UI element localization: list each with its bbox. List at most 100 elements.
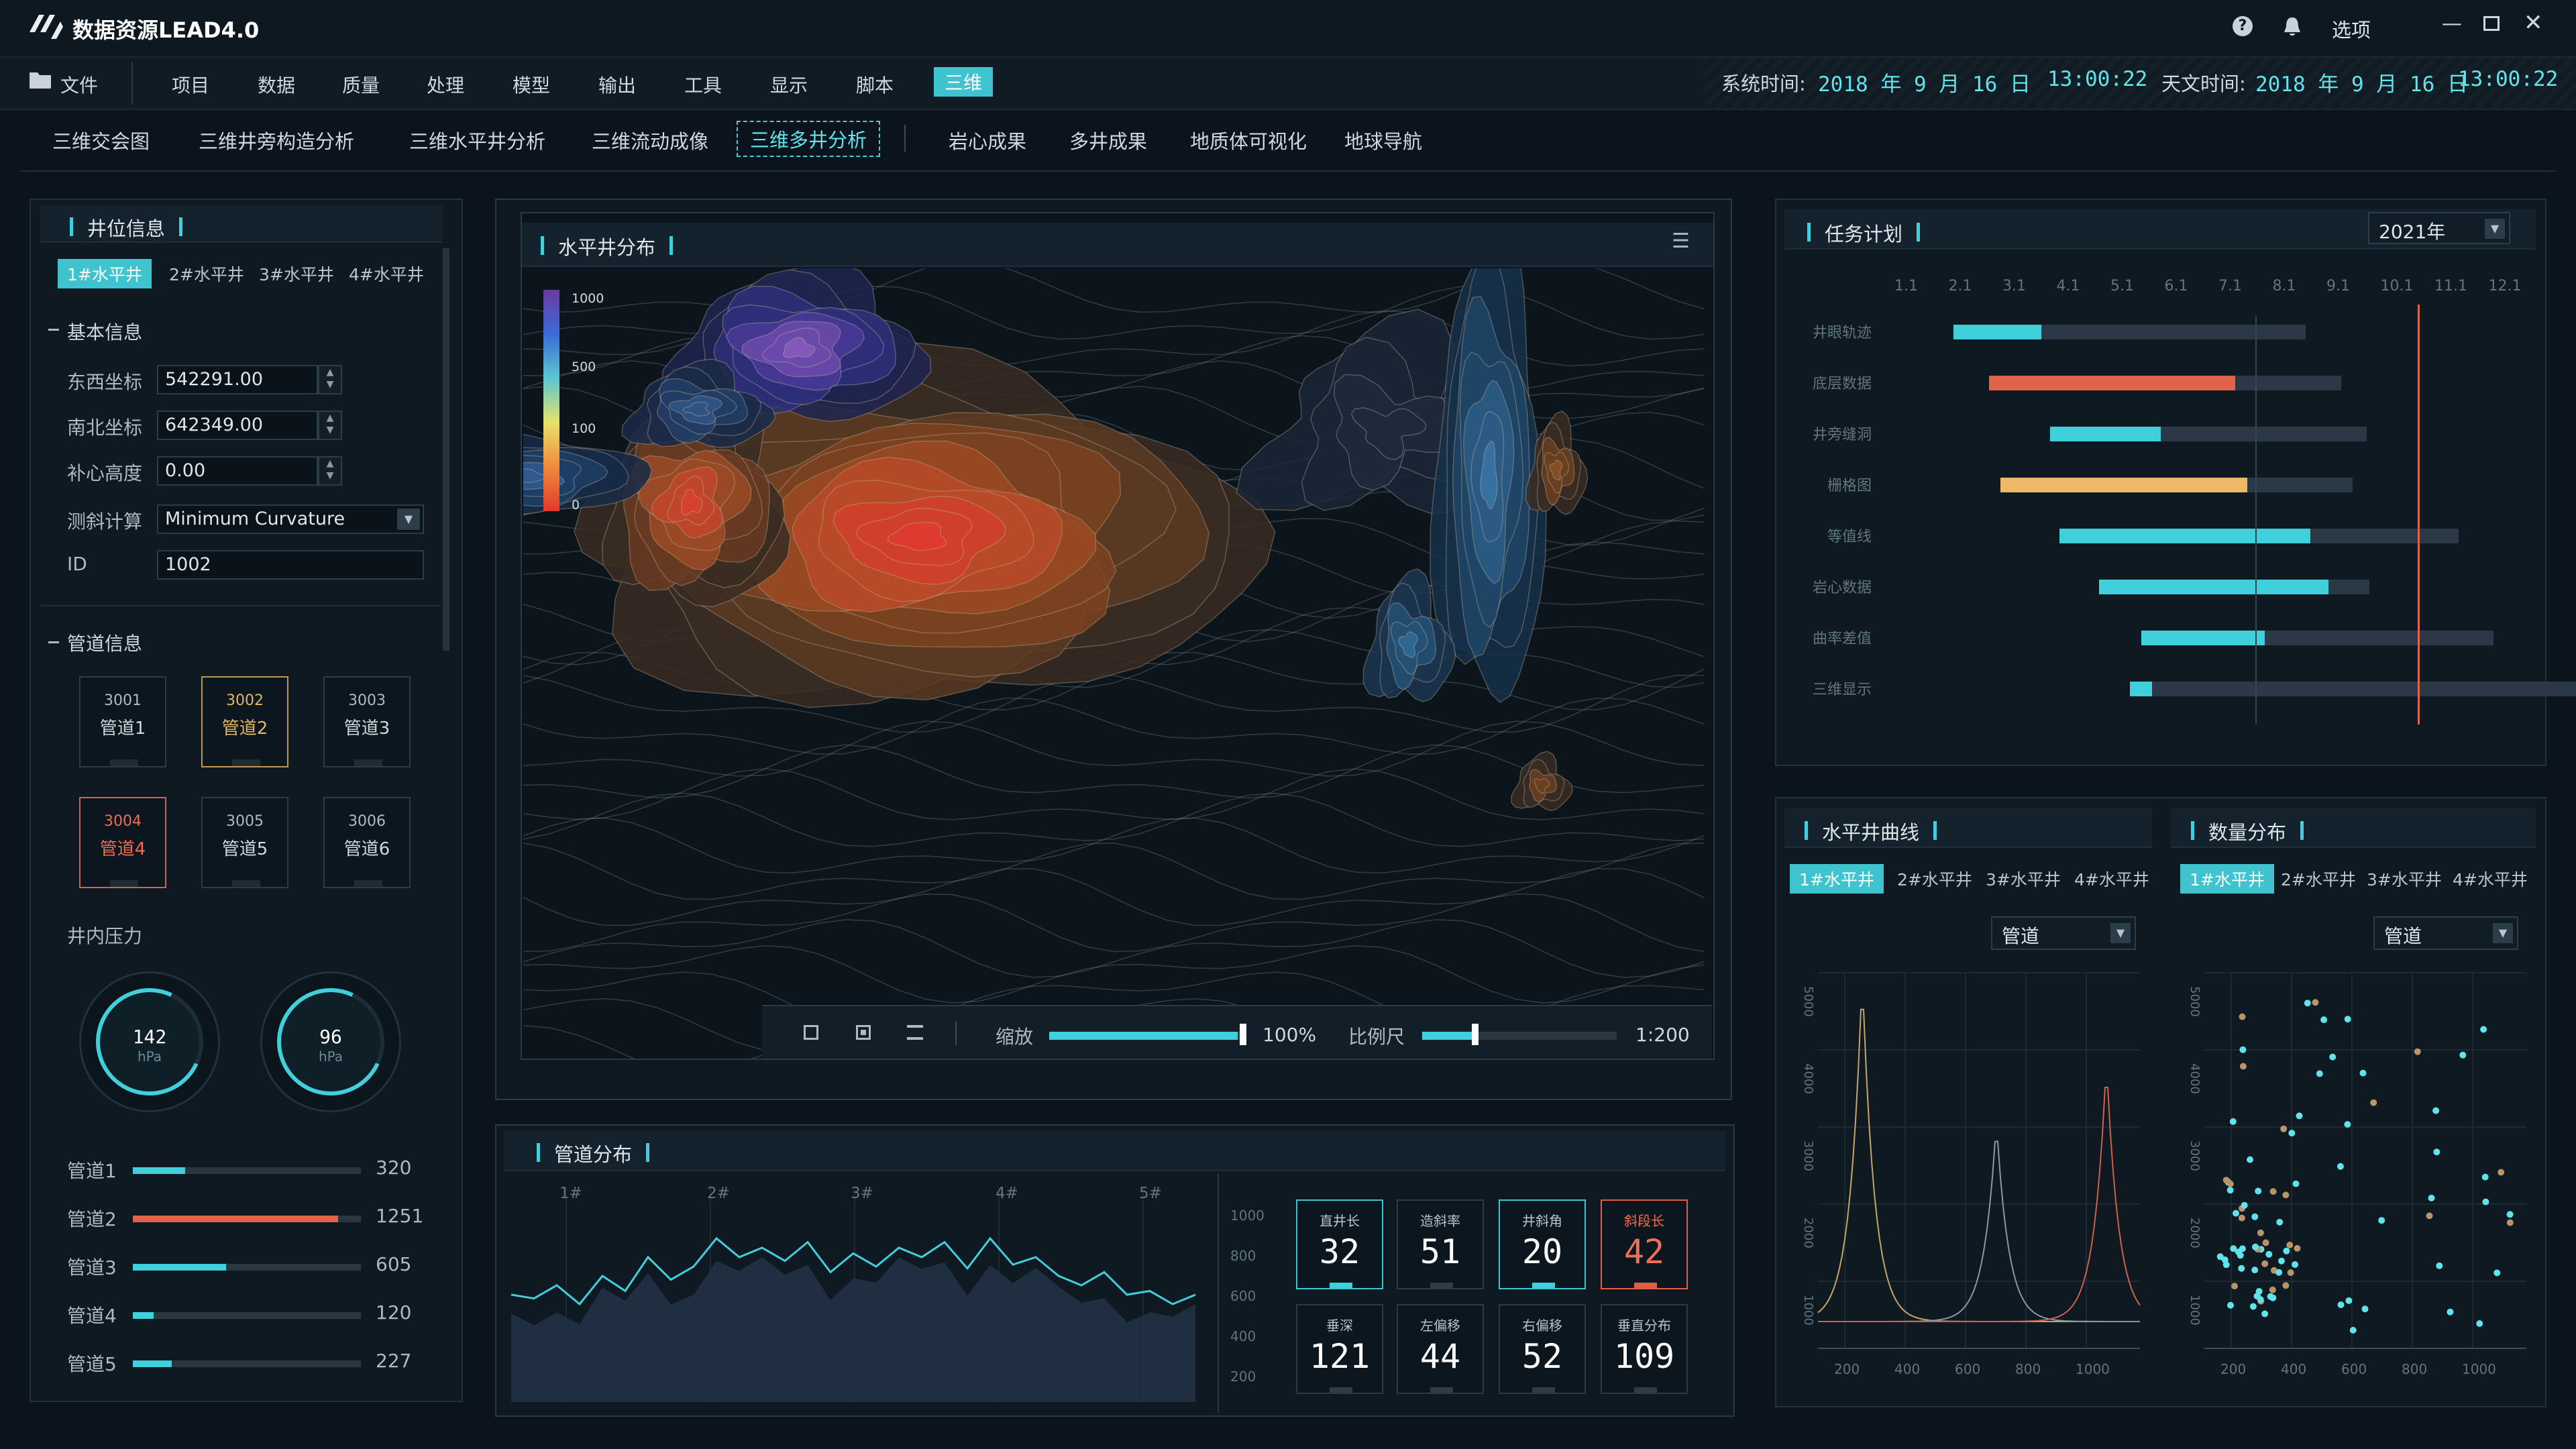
gantt-bar-track[interactable] bbox=[2000, 478, 2353, 492]
pipe-card-1[interactable]: 3001 管道1 bbox=[79, 676, 166, 767]
pipe-bar-track bbox=[133, 1216, 361, 1222]
maximize-button[interactable] bbox=[2483, 16, 2500, 31]
select-icon[interactable] bbox=[856, 1025, 871, 1040]
gantt-month-label: 2.1 bbox=[1948, 278, 1972, 294]
map-color-legend bbox=[543, 290, 559, 511]
pipe-bar-track bbox=[133, 1360, 361, 1367]
east-stepper[interactable]: ▲ ▼ bbox=[318, 365, 342, 394]
qty-ytick: 5000 bbox=[2188, 986, 2202, 1017]
zoom-slider[interactable] bbox=[1049, 1032, 1244, 1040]
pipe-card-6[interactable]: 3006 管道6 bbox=[323, 797, 411, 888]
curve-select[interactable]: 管道 ▼ bbox=[1991, 916, 2136, 950]
task-title: 任务计划 bbox=[1807, 219, 1921, 247]
curve-tab-3[interactable]: 3#水平井 bbox=[1976, 864, 2070, 894]
gantt-row-label: 岩心数据 bbox=[1812, 580, 1872, 596]
pressure-gauge-1: 142 hPa bbox=[79, 971, 220, 1112]
qty-tab-2[interactable]: 2#水平井 bbox=[2271, 864, 2365, 894]
well-tab-1[interactable]: 1#水平井 bbox=[58, 259, 152, 288]
menu-display[interactable]: 显示 bbox=[770, 71, 808, 98]
qty-select[interactable]: 管道 ▼ bbox=[2373, 916, 2518, 950]
menu-quality[interactable]: 质量 bbox=[342, 71, 380, 98]
layers-icon[interactable] bbox=[907, 1025, 923, 1040]
gantt-row-label: 等值线 bbox=[1827, 529, 1872, 545]
gantt-row-label: 底层数据 bbox=[1812, 376, 1872, 392]
menu-project[interactable]: 项目 bbox=[172, 71, 209, 98]
gantt-month-label: 5.1 bbox=[2110, 278, 2134, 294]
file-menu[interactable]: 文件 bbox=[60, 71, 98, 98]
year-dropdown-icon[interactable]: ▼ bbox=[2485, 219, 2505, 239]
gantt-bar-track[interactable] bbox=[1953, 325, 2306, 339]
subtab-core[interactable]: 岩心成果 bbox=[949, 126, 1026, 154]
north-stepper[interactable]: ▲ ▼ bbox=[318, 411, 342, 440]
subtab-geobody[interactable]: 地质体可视化 bbox=[1190, 126, 1307, 154]
minimize-button[interactable]: — bbox=[2442, 12, 2462, 36]
subtab-crossplot[interactable]: 三维交会图 bbox=[52, 126, 150, 154]
menu-data[interactable]: 数据 bbox=[258, 71, 295, 98]
collapse-basic-icon[interactable] bbox=[48, 329, 59, 331]
well-scrollbar[interactable] bbox=[443, 248, 449, 651]
pipe-bar-label: 管道4 bbox=[67, 1305, 117, 1327]
menu-script[interactable]: 脚本 bbox=[856, 71, 894, 98]
calc-select[interactable]: Minimum Curvature bbox=[157, 504, 424, 534]
kpi-build-rate: 造斜率 51 bbox=[1397, 1199, 1484, 1289]
qty-title: 数量分布 bbox=[2190, 817, 2304, 845]
curve-tab-4[interactable]: 4#水平井 bbox=[2065, 864, 2159, 894]
subtab-flow[interactable]: 三维流动成像 bbox=[592, 126, 708, 154]
fit-view-icon[interactable] bbox=[804, 1025, 818, 1040]
subtab-multiwell-result[interactable]: 多井成果 bbox=[1069, 126, 1147, 154]
subtab-structure[interactable]: 三维井旁构造分析 bbox=[199, 126, 354, 154]
menu-3d[interactable]: 三维 bbox=[934, 67, 994, 97]
calc-dropdown-icon[interactable]: ▼ bbox=[397, 508, 420, 530]
year-select[interactable]: 2021年 ▼ bbox=[2368, 212, 2510, 244]
qty-tab-3[interactable]: 3#水平井 bbox=[2357, 864, 2451, 894]
subtab-horizontal[interactable]: 三维水平井分析 bbox=[409, 126, 545, 154]
help-icon[interactable]: ? bbox=[2233, 16, 2253, 36]
kb-stepper[interactable]: ▲ ▼ bbox=[318, 456, 342, 486]
map-menu-icon[interactable]: ☰ bbox=[1672, 229, 1690, 253]
gantt-bar-track[interactable] bbox=[1988, 376, 2341, 390]
curve-title: 水平井曲线 bbox=[1804, 817, 1937, 845]
menu-model[interactable]: 模型 bbox=[513, 71, 550, 98]
scale-slider-handle[interactable] bbox=[1472, 1024, 1479, 1045]
menu-process[interactable]: 处理 bbox=[427, 71, 464, 98]
north-input[interactable]: 642349.00 bbox=[157, 411, 318, 440]
menu-tools[interactable]: 工具 bbox=[684, 71, 722, 98]
pipe-card-5[interactable]: 3005 管道5 bbox=[201, 797, 288, 888]
menu-output[interactable]: 输出 bbox=[598, 71, 636, 98]
qty-dropdown-icon[interactable]: ▼ bbox=[2493, 923, 2513, 943]
gantt-bar-track[interactable] bbox=[2049, 427, 2367, 441]
id-input[interactable]: 1002 bbox=[157, 550, 424, 580]
pipe-card-3[interactable]: 3003 管道3 bbox=[323, 676, 411, 767]
well-tab-3[interactable]: 3#水平井 bbox=[250, 259, 343, 288]
pipeline-ytick-800: 800 bbox=[1230, 1248, 1256, 1264]
toolbar-divider bbox=[955, 1021, 957, 1045]
gantt-bar-track[interactable] bbox=[2099, 580, 2369, 594]
bell-icon[interactable] bbox=[2282, 16, 2302, 38]
kpi-inclination: 井斜角 20 bbox=[1499, 1199, 1586, 1289]
gantt-bar-track[interactable] bbox=[2059, 529, 2459, 543]
kpi-left-offset: 左偏移 44 bbox=[1397, 1304, 1484, 1394]
subtab-multiwell[interactable]: 三维多井分析 bbox=[737, 121, 881, 157]
qty-xtick: 800 bbox=[2402, 1361, 2427, 1377]
zoom-slider-handle[interactable] bbox=[1240, 1024, 1246, 1045]
curve-tab-1[interactable]: 1#水平井 bbox=[1790, 864, 1884, 894]
collapse-pipes-icon[interactable] bbox=[48, 641, 59, 643]
contour-map[interactable] bbox=[523, 268, 1712, 1059]
gantt-bar-track[interactable] bbox=[2129, 682, 2576, 696]
options-menu[interactable]: 选项 bbox=[2332, 15, 2371, 43]
pipe-card-4[interactable]: 3004 管道4 bbox=[79, 797, 166, 888]
qty-tab-4[interactable]: 4#水平井 bbox=[2443, 864, 2537, 894]
curve-dropdown-icon[interactable]: ▼ bbox=[2110, 923, 2131, 943]
east-input[interactable]: 542291.00 bbox=[157, 365, 318, 394]
qty-tab-1[interactable]: 1#水平井 bbox=[2180, 864, 2274, 894]
qty-ytick: 3000 bbox=[2188, 1140, 2202, 1171]
subtab-globe[interactable]: 地球导航 bbox=[1344, 126, 1422, 154]
gantt-bar-track[interactable] bbox=[2141, 631, 2493, 645]
close-button[interactable]: ✕ bbox=[2524, 9, 2543, 36]
scale-slider[interactable] bbox=[1422, 1032, 1617, 1040]
well-tab-2[interactable]: 2#水平井 bbox=[160, 259, 254, 288]
kb-input[interactable]: 0.00 bbox=[157, 456, 318, 486]
curve-tab-2[interactable]: 2#水平井 bbox=[1888, 864, 1982, 894]
pipe-card-2[interactable]: 3002 管道2 bbox=[201, 676, 288, 767]
well-tab-4[interactable]: 4#水平井 bbox=[339, 259, 433, 288]
